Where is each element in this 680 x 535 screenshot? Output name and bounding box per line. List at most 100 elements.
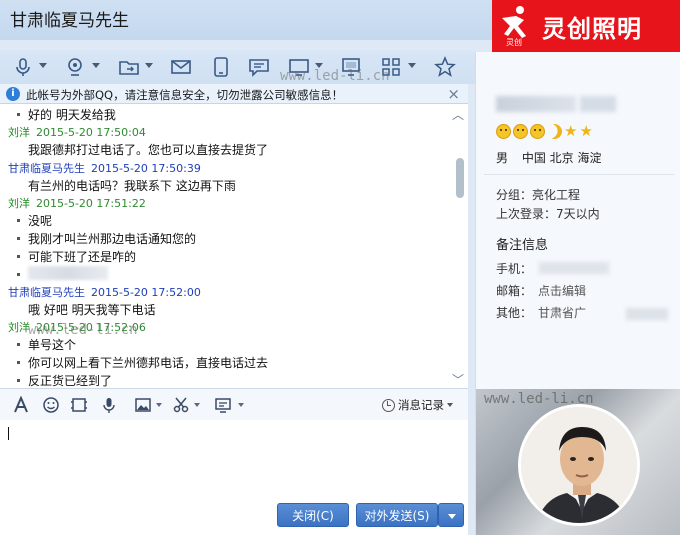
folder-icon[interactable] bbox=[118, 56, 140, 78]
message-text: 我跟德邦打过电话了。您也可以直接去提货了 bbox=[28, 143, 269, 157]
other-value: 甘肃省广 bbox=[538, 306, 587, 320]
send-options-button[interactable] bbox=[438, 503, 464, 527]
folder-dropdown-caret[interactable] bbox=[145, 63, 153, 68]
bullet bbox=[17, 255, 20, 258]
message-header: 甘肃临夏马先生 2015-5-20 17:52:00 bbox=[8, 284, 201, 300]
sender-name: 刘洋 bbox=[8, 126, 30, 139]
scrollbar-thumb[interactable] bbox=[456, 158, 464, 198]
star-icon: ★ bbox=[564, 122, 578, 140]
message-text: 没呢 bbox=[28, 214, 53, 228]
sender-name: 刘洋 bbox=[8, 197, 30, 210]
redacted-nickname bbox=[496, 96, 576, 112]
brand-mark: 灵创 bbox=[492, 0, 538, 52]
bullet bbox=[17, 379, 20, 382]
redacted-phone bbox=[539, 262, 609, 274]
microphone-icon[interactable] bbox=[12, 56, 34, 78]
phone-device-icon[interactable] bbox=[210, 56, 232, 78]
message-time: 2015-5-20 17:52:00 bbox=[91, 286, 201, 299]
message-time: 2015-5-20 17:51:22 bbox=[36, 197, 146, 210]
avatar[interactable] bbox=[518, 404, 640, 526]
message-time: 2015-5-20 17:50:04 bbox=[36, 126, 146, 139]
window-title: 甘肃临夏马先生 bbox=[10, 11, 129, 31]
group-label: 分组： bbox=[496, 188, 533, 202]
message-text: 你可以网上看下兰州德邦电话，直接电话过去 bbox=[28, 356, 269, 370]
phone-label: 手机： bbox=[496, 262, 533, 276]
bullet bbox=[17, 113, 20, 116]
other-label: 其他： bbox=[496, 306, 533, 320]
history-label: 消息记录 bbox=[398, 398, 444, 412]
brand-sub: 灵创 bbox=[506, 38, 522, 47]
profile-photo-area: www.led-li.cn bbox=[476, 389, 680, 535]
scissors-dropdown-caret[interactable] bbox=[194, 403, 200, 407]
star-icon: ★ bbox=[579, 122, 593, 140]
message-input[interactable] bbox=[0, 420, 468, 504]
info-icon: i bbox=[6, 87, 20, 101]
chat-history[interactable]: 好的 明天发给我 刘洋 2015-5-20 17:50:04 我跟德邦打过电话了。… bbox=[0, 104, 468, 388]
last-login-label: 上次登录： bbox=[496, 207, 557, 221]
email-edit-link[interactable]: 点击编辑 bbox=[538, 284, 586, 298]
profile-panel: ★ ★ 男 中国 北京 海淀 分组：亮化工程 上次登录：7天以内 备注信息 手机… bbox=[475, 52, 680, 535]
input-toolbar: 消息记录 bbox=[0, 388, 468, 420]
message-time: 2015-5-20 17:50:39 bbox=[91, 162, 201, 175]
notice-text: 此帐号为外部QQ，请注意信息安全，切勿泄露公司敏感信息！ bbox=[26, 88, 344, 102]
camera-dropdown-caret[interactable] bbox=[92, 63, 100, 68]
redacted-address bbox=[626, 308, 668, 320]
bullet bbox=[17, 343, 20, 346]
message-text: 可能下班了还是咋的 bbox=[28, 250, 137, 264]
gif-icon[interactable] bbox=[70, 396, 88, 414]
message-history-button[interactable]: 消息记录 bbox=[382, 397, 453, 413]
scissors-icon[interactable] bbox=[172, 396, 190, 414]
sender-name: 刘洋 bbox=[8, 321, 30, 334]
message-header: 甘肃临夏马先生 2015-5-20 17:50:39 bbox=[8, 160, 201, 176]
image-icon[interactable] bbox=[134, 396, 152, 414]
message-text: 反正货已经到了 bbox=[28, 374, 113, 388]
close-icon[interactable]: × bbox=[447, 85, 460, 103]
phone-row: 手机： bbox=[496, 260, 538, 277]
location: 中国 北京 海淀 bbox=[521, 151, 602, 165]
message-text: 我刚才叫兰州那边电话通知您的 bbox=[28, 232, 197, 246]
watermark: www.led-li.cn bbox=[280, 68, 390, 84]
image-dropdown-caret[interactable] bbox=[156, 403, 162, 407]
person-portrait-icon bbox=[521, 407, 637, 523]
chat-bubble-icon[interactable] bbox=[248, 56, 270, 78]
chevron-down-icon bbox=[448, 514, 456, 519]
screenshot-icon[interactable] bbox=[214, 396, 232, 414]
brand-logo: 灵创 灵创照明 bbox=[492, 0, 680, 52]
sun-face-icon bbox=[530, 124, 545, 139]
screenshot-dropdown-caret[interactable] bbox=[238, 403, 244, 407]
close-button[interactable]: 关闭(C) bbox=[277, 503, 349, 527]
voice-icon[interactable] bbox=[100, 396, 118, 414]
star-icon[interactable] bbox=[434, 56, 456, 78]
button-row: 关闭(C) 对外发送(S) bbox=[0, 497, 468, 535]
brand-name: 灵创照明 bbox=[542, 14, 642, 43]
scroll-up-icon[interactable]: ︿ bbox=[452, 106, 464, 123]
emoji-icon[interactable] bbox=[42, 396, 60, 414]
last-login-row: 上次登录：7天以内 bbox=[496, 205, 600, 222]
sender-name: 甘肃临夏马先生 bbox=[8, 286, 85, 299]
gender: 男 bbox=[496, 151, 509, 165]
bullet bbox=[17, 237, 20, 240]
group-value: 亮化工程 bbox=[532, 188, 581, 202]
redacted-text bbox=[28, 266, 108, 280]
main-toolbar: www.led-li.cn bbox=[0, 50, 475, 84]
level-badges: ★ ★ bbox=[496, 124, 593, 139]
text-cursor bbox=[8, 427, 9, 440]
message-header: 刘洋 2015-5-20 17:51:22 bbox=[8, 195, 146, 211]
bullet bbox=[17, 219, 20, 222]
clock-icon bbox=[382, 398, 395, 412]
sun-face-icon bbox=[496, 124, 511, 139]
moon-icon bbox=[545, 122, 564, 141]
bullet bbox=[17, 361, 20, 364]
microphone-dropdown-caret[interactable] bbox=[39, 63, 47, 68]
apps-dropdown-caret[interactable] bbox=[408, 63, 416, 68]
mail-icon[interactable] bbox=[170, 56, 192, 78]
camera-icon[interactable] bbox=[64, 56, 86, 78]
scroll-down-icon[interactable]: ﹀ bbox=[452, 371, 464, 388]
redacted-account bbox=[580, 96, 616, 112]
email-row: 邮箱： 点击编辑 bbox=[496, 282, 586, 299]
send-button[interactable]: 对外发送(S) bbox=[356, 503, 438, 527]
group-row: 分组：亮化工程 bbox=[496, 186, 580, 203]
font-icon[interactable] bbox=[12, 395, 30, 414]
sun-face-icon bbox=[513, 124, 528, 139]
message-text: 有兰州的电话吗？我联系下 这边再下雨 bbox=[28, 179, 236, 193]
